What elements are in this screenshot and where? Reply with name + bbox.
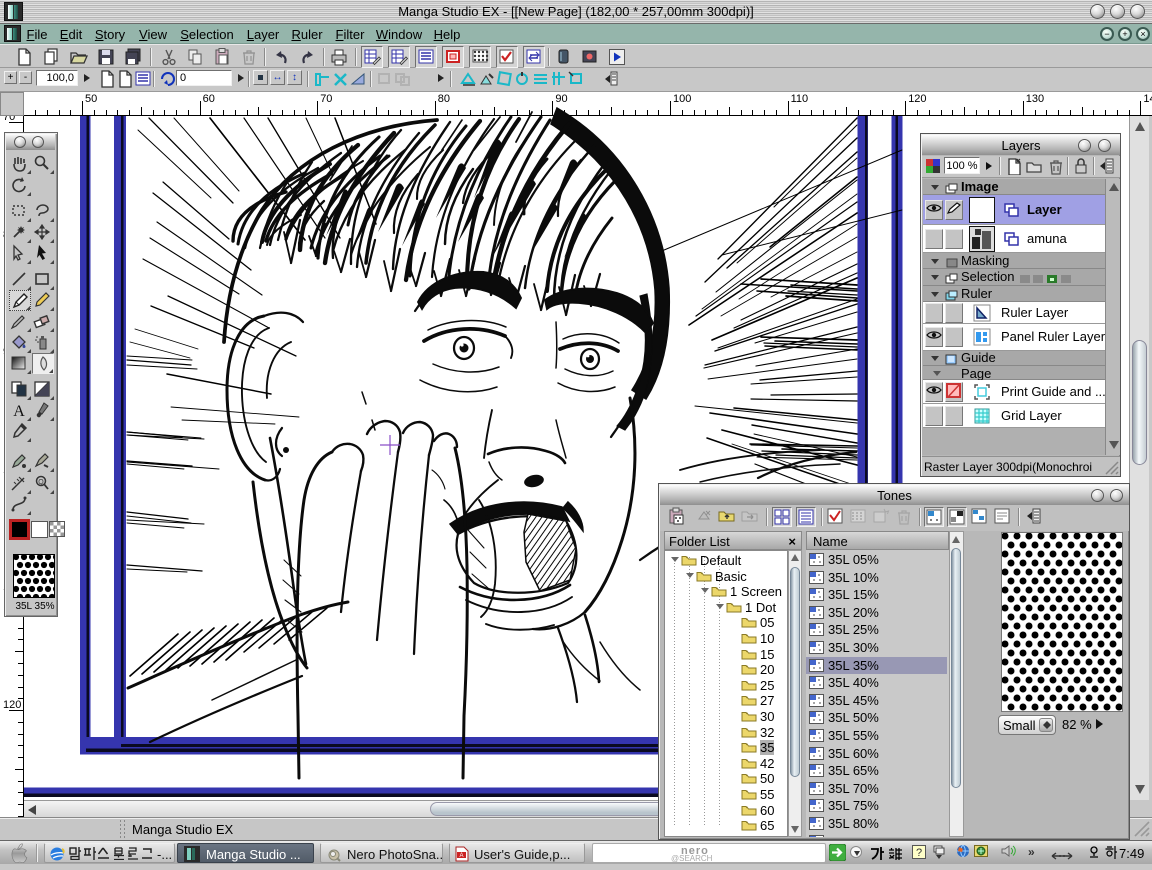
svg-text:?: ? — [916, 847, 922, 859]
svg-text:A: A — [459, 853, 463, 859]
svg-text:A: A — [13, 403, 25, 420]
svg-text:Q: Q — [38, 479, 44, 486]
